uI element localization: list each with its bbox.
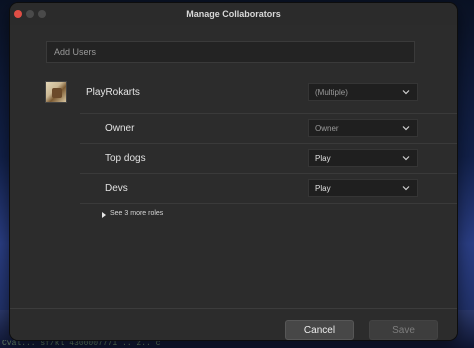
chevron-down-icon (402, 156, 410, 161)
dialog-footer: Cancel Save (10, 308, 457, 340)
background-terminal-text: Cval... sf/kl 4300007771 .. z.. c (2, 340, 161, 348)
chevron-down-icon (402, 126, 410, 131)
manage-collaborators-dialog: Manage Collaborators PlayRokarts (Multip… (10, 3, 457, 340)
role-permission-value: Play (315, 184, 331, 193)
chevron-down-icon (402, 186, 410, 191)
role-permission-value: Owner (315, 124, 339, 133)
chevron-down-icon (402, 90, 410, 95)
see-more-roles-label: See 3 more roles (110, 210, 164, 217)
role-permission-dropdown-owner[interactable]: Owner (308, 119, 418, 137)
disclosure-triangle-icon (102, 212, 106, 218)
role-label-devs: Devs (105, 183, 128, 194)
role-permission-dropdown-top-dogs[interactable]: Play (308, 149, 418, 167)
role-permission-dropdown-devs[interactable]: Play (308, 179, 418, 197)
role-permission-value: Play (315, 154, 331, 163)
role-label-top-dogs: Top dogs (105, 153, 146, 164)
divider (80, 113, 457, 114)
divider (80, 173, 457, 174)
divider (80, 203, 457, 204)
title-bar: Manage Collaborators (10, 3, 457, 25)
divider (80, 143, 457, 144)
user-permission-dropdown[interactable]: (Multiple) (308, 83, 418, 101)
role-label-owner: Owner (105, 123, 135, 134)
add-users-field[interactable] (46, 41, 415, 63)
add-users-input[interactable] (47, 42, 414, 62)
cancel-button[interactable]: Cancel (285, 320, 354, 340)
user-avatar (45, 81, 67, 103)
dialog-title: Manage Collaborators (186, 9, 281, 19)
collaborator-name: PlayRokarts (86, 87, 140, 98)
user-permission-value: (Multiple) (315, 88, 348, 97)
save-button[interactable]: Save (369, 320, 438, 340)
